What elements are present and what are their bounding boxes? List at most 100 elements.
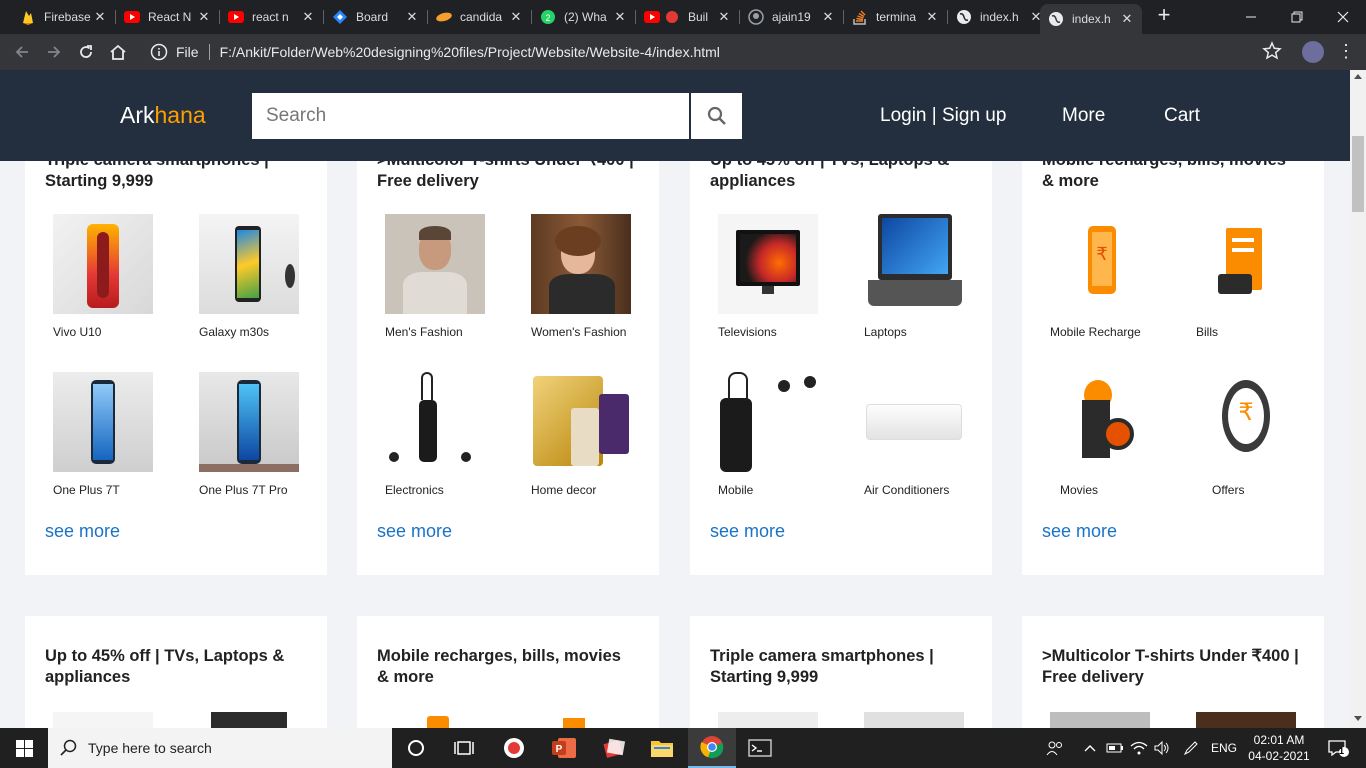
one-plus-7t-image [53,372,153,472]
reload-button[interactable] [74,40,98,64]
jira-icon [332,9,348,25]
close-tab-icon[interactable]: ✕ [197,9,211,25]
product-tile[interactable]: Galaxy m30s [199,214,329,339]
new-tab-button[interactable]: + [1153,4,1175,27]
taskbar-search-box[interactable]: Type here to search [48,728,392,768]
restore-icon [1291,11,1303,23]
product-tile[interactable]: ₹ Mobile Recharge [1050,214,1180,339]
volume-icon[interactable] [1152,728,1172,768]
screen-recorder-button[interactable] [490,728,538,768]
tab-github[interactable]: ajain19 ✕ [740,3,843,31]
site-header: Arkhana Login | Sign up More Cart [0,70,1350,161]
site-logo[interactable]: Arkhana [120,102,206,129]
pen-workspace-icon[interactable] [1180,728,1202,768]
notification-center-button[interactable]: 1 [1318,728,1358,768]
product-tile[interactable]: Mobile [718,372,848,497]
firebase-icon [20,9,36,25]
product-tile[interactable]: Women's Fashion [531,214,661,339]
tab-index-html-active[interactable]: index.h ✕ [1040,4,1142,34]
close-tab-icon[interactable]: ✕ [301,9,315,25]
tab-index-html-1[interactable]: index.h ✕ [948,3,1051,31]
url-text[interactable]: F:/Ankit/Folder/Web%20designing%20files/… [220,44,720,60]
home-button[interactable] [106,40,130,64]
site-search-input[interactable] [252,93,689,139]
back-button[interactable] [10,40,34,64]
task-view-button[interactable] [440,728,488,768]
product-tile[interactable]: Bills [1196,214,1326,339]
mobile-image [718,372,818,472]
powerpoint-icon: P [552,738,576,758]
scroll-thumb[interactable] [1352,136,1364,212]
restore-button[interactable] [1274,0,1320,34]
site-search-button[interactable] [691,93,742,139]
tab-whatsapp[interactable]: 2 (2) Wha ✕ [532,3,635,31]
battery-icon[interactable] [1104,728,1126,768]
close-tab-icon[interactable]: ✕ [93,9,107,25]
see-more-link[interactable]: see more [1042,521,1117,542]
product-tile[interactable]: Movies [1050,372,1180,497]
page-scrollbar[interactable] [1350,70,1366,728]
record-icon [504,738,524,758]
chrome-button[interactable] [688,728,736,768]
scroll-down-arrow-icon[interactable] [1354,716,1362,721]
close-tab-icon[interactable]: ✕ [613,9,627,25]
powerpoint-button[interactable]: P [540,728,588,768]
browser-menu-icon[interactable]: ⋮ [1336,42,1356,62]
forward-button[interactable] [42,40,66,64]
profile-avatar[interactable] [1302,41,1324,63]
laptops-image [864,214,964,314]
more-link[interactable]: More [1062,105,1105,127]
scroll-up-arrow-icon[interactable] [1354,74,1362,79]
terminal-button[interactable] [736,728,784,768]
bookmark-star-icon[interactable] [1262,41,1282,61]
product-tile[interactable]: Air Conditioners [864,372,994,497]
wifi-icon[interactable] [1128,728,1150,768]
cortana-button[interactable] [392,728,440,768]
show-hidden-icons-chevron-icon[interactable] [1080,728,1100,768]
tab-firebase[interactable]: Firebase ✕ [12,3,115,31]
product-tile[interactable]: Televisions [718,214,848,339]
cart-link[interactable]: Cart [1164,105,1200,127]
deal-card: >Multicolor T-shirts Under ₹400 | Free d… [1022,616,1324,728]
youtube-icon [644,9,660,25]
browser-tab-strip: Firebase ✕ React N ✕ react n ✕ Board ✕ c… [0,0,1366,34]
tab-youtube-build[interactable]: Buil ✕ [636,3,739,31]
product-tile[interactable]: Vivo U10 [53,214,183,339]
tab-youtube-react-n[interactable]: react n ✕ [220,3,323,31]
product-tile[interactable]: One Plus 7T Pro [199,372,329,497]
info-icon[interactable] [150,43,168,61]
minimize-button[interactable] [1228,0,1274,34]
tab-youtube-react-native[interactable]: React N ✕ [116,3,219,31]
close-tab-icon[interactable]: ✕ [405,9,419,25]
stackoverflow-icon [852,9,868,25]
people-tray-icon[interactable] [1042,728,1068,768]
see-more-link[interactable]: see more [45,521,120,542]
taskbar-clock[interactable]: 02:01 AM 04-02-2021 [1244,732,1314,764]
close-tab-icon[interactable]: ✕ [717,9,731,25]
close-tab-icon[interactable]: ✕ [509,9,523,25]
product-tile[interactable]: Men's Fashion [385,214,515,339]
sticky-app-button[interactable] [590,728,638,768]
start-button[interactable] [0,728,48,768]
deal-card: Up to 45% off | TVs, Laptops & appliance… [690,130,992,575]
see-more-link[interactable]: see more [710,521,785,542]
login-signup-link[interactable]: Login | Sign up [880,105,1006,127]
close-tab-icon[interactable]: ✕ [925,9,939,25]
product-tile[interactable]: Laptops [864,214,994,339]
close-tab-icon[interactable]: ✕ [821,9,835,25]
tab-stackoverflow[interactable]: termina ✕ [844,3,947,31]
product-tile[interactable]: Home decor [531,372,661,497]
notification-icon [1328,740,1349,757]
language-indicator[interactable]: ENG [1208,728,1240,768]
see-more-link[interactable]: see more [377,521,452,542]
product-tile[interactable]: Electronics [385,372,515,497]
file-explorer-button[interactable] [638,728,686,768]
tab-board[interactable]: Board ✕ [324,3,427,31]
product-tile[interactable]: ₹ Offers [1196,372,1326,497]
product-tile[interactable]: One Plus 7T [53,372,183,497]
tab-candidate[interactable]: candida ✕ [428,3,531,31]
close-window-button[interactable] [1320,0,1366,34]
address-bar[interactable]: File F:/Ankit/Folder/Web%20designing%20f… [140,38,1290,66]
womens-fashion-image [531,214,631,314]
close-tab-icon[interactable]: ✕ [1120,11,1134,27]
